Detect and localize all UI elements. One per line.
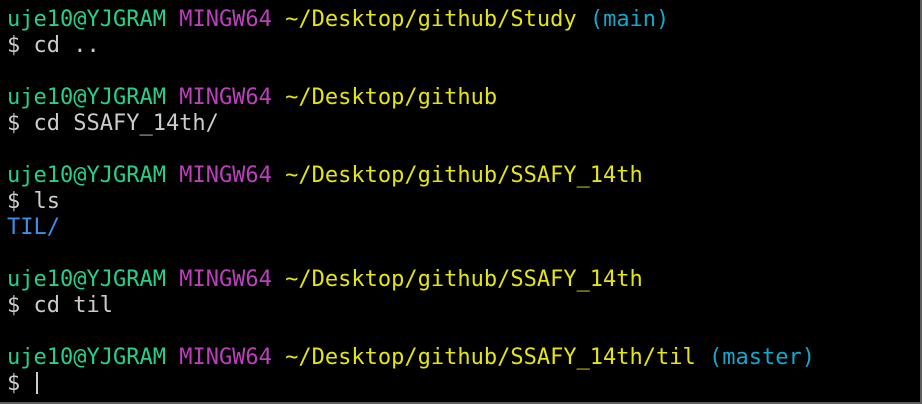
terminal-output: uje10@YJGRAM MINGW64 ~/Desktop/github/St…: [7, 7, 815, 397]
prompt-path: ~/Desktop/github: [285, 85, 498, 110]
prompt-user: uje10@YJGRAM: [7, 85, 166, 110]
command-line: $ cd ..: [7, 33, 100, 58]
prompt-line: uje10@YJGRAM MINGW64 ~/Desktop/github/SS…: [7, 267, 815, 293]
prompt-line: uje10@YJGRAM MINGW64 ~/Desktop/github/SS…: [7, 163, 815, 189]
prompt-user: uje10@YJGRAM: [7, 163, 166, 188]
command-line: $ cd SSAFY_14th/: [7, 111, 219, 136]
prompt-user: uje10@YJGRAM: [7, 267, 166, 292]
prompt-path: ~/Desktop/github/SSAFY_14th/til: [285, 345, 696, 370]
prompt-branch: (master): [709, 345, 815, 370]
prompt-path: ~/Desktop/github/Study: [285, 7, 577, 32]
command-line: $ ls: [7, 189, 60, 214]
prompt-system: MINGW64: [179, 85, 272, 110]
prompt-user: uje10@YJGRAM: [7, 7, 166, 32]
command-line: $ cd til: [7, 293, 113, 318]
prompt-line: uje10@YJGRAM MINGW64 ~/Desktop/github: [7, 85, 815, 111]
prompt-branch: (main): [589, 7, 670, 32]
terminal-window[interactable]: uje10@YJGRAM MINGW64 ~/Desktop/github/St…: [0, 0, 922, 404]
prompt-system: MINGW64: [179, 267, 272, 292]
prompt-path: ~/Desktop/github/SSAFY_14th: [285, 163, 643, 188]
command-prompt-symbol: $: [7, 371, 34, 396]
text-cursor: [35, 372, 38, 394]
prompt-system: MINGW64: [179, 163, 272, 188]
prompt-system: MINGW64: [179, 7, 272, 32]
command-input-line[interactable]: $: [7, 371, 815, 397]
prompt-system: MINGW64: [179, 345, 272, 370]
prompt-user: uje10@YJGRAM: [7, 345, 166, 370]
prompt-line: uje10@YJGRAM MINGW64 ~/Desktop/github/St…: [7, 7, 815, 33]
prompt-path: ~/Desktop/github/SSAFY_14th: [285, 267, 643, 292]
ls-output-directory: TIL/: [7, 215, 60, 240]
prompt-line: uje10@YJGRAM MINGW64 ~/Desktop/github/SS…: [7, 345, 815, 371]
